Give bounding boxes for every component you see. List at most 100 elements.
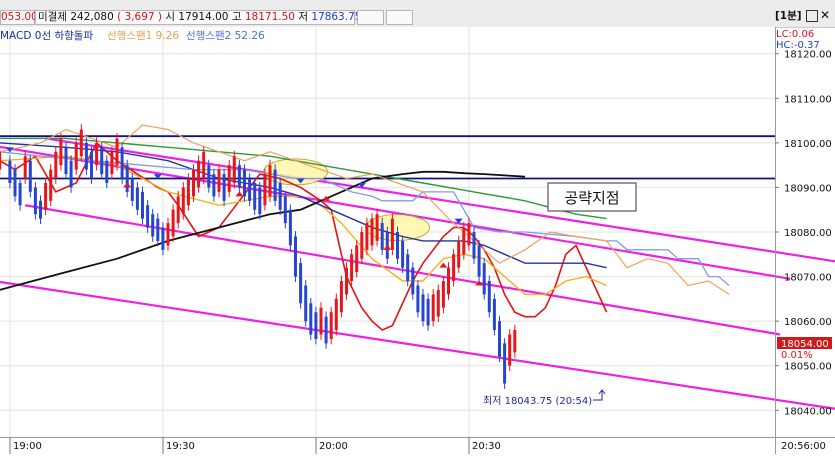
contract-label: 미결제 [38,11,67,23]
x-tick-label: 19:00 [13,441,42,452]
candle-body [294,236,297,277]
candle-body [416,285,420,313]
candle-body [324,316,328,344]
candle-body [146,205,150,228]
candle-body [227,165,231,192]
candle-body [380,223,384,250]
candle-body [441,281,445,308]
current-price-change: 0.01% [781,350,813,361]
candle-body [304,285,308,322]
candle-body [258,187,262,215]
info-toolbar: 053.00 미결제 242,080 ( 3,697 ) 시 17914.00 … [0,0,835,28]
candle-body [360,232,364,259]
candle-body [467,223,471,246]
candle-body [472,232,476,259]
candle-body [452,254,456,282]
candle-body [462,227,466,255]
candle-body [487,281,491,313]
candle-body [370,218,374,246]
candle-body [44,182,48,210]
time-axis-end-label: 20:56:00 [781,441,826,452]
price-chart[interactable]: 18120.00 18110.00 18100.00 18090.00 18080.00… [0,27,835,454]
hc-label: HC:-0.37 [776,40,820,51]
candle-body [421,294,425,322]
chart-area[interactable]: 18120.00 18110.00 18100.00 18090.00 18080.00… [0,27,835,454]
lowest-price-note: 최저 18043.75 (20:54) [483,395,592,407]
toolbar-empty-slot[interactable] [386,10,413,25]
y-tick-label: 18110.00 [784,94,832,105]
period-selector[interactable]: [1분] [775,10,802,23]
candle-body [105,160,109,183]
candle-body [288,209,292,246]
candle-body [100,147,104,175]
contract-change: ( 3,697 ) [117,11,163,23]
open-price-fragment: 053.00 [0,10,38,25]
candle-body [192,169,195,197]
candle-body [18,182,22,206]
attack-zone-highlight [263,158,328,186]
candle-body [151,214,155,237]
candle-body [477,245,481,277]
candle-body [406,254,410,282]
candle-body [0,151,2,170]
y-tick-label: 18090.00 [784,183,832,194]
candle-body [482,263,486,295]
candle-body [33,187,37,215]
candle-body [253,182,257,210]
low-label: 저 [298,11,308,23]
lc-label: LC:0.06 [776,29,814,40]
candle-body [309,303,313,335]
candle-body [110,151,114,175]
x-tick-label: 19:30 [166,441,195,452]
candle-body [130,178,134,201]
candle-body [365,223,369,250]
candle-body [135,187,139,210]
candle-body [426,298,430,326]
candle-body [390,218,394,250]
candle-body [508,334,512,366]
candle-body [13,169,17,197]
candle-body [217,169,221,192]
candle-body [59,138,63,166]
candle-body [411,267,415,295]
span1-label: 선행스팬1 9.26 [107,30,179,42]
low-value: 17863.75 [311,11,362,23]
candle-body [375,214,379,241]
candle-body [156,218,160,241]
candle-body [181,187,185,215]
candle-body [23,156,27,179]
restore-window-icon[interactable] [806,10,818,22]
x-tick-label: 20:00 [319,441,348,452]
high-value: 18171.50 [244,11,295,23]
candle-body [90,151,93,179]
candle-body [334,298,338,331]
current-price-value: 18054.00 [781,339,829,350]
x-tick-label: 20:30 [472,441,501,452]
candle-body [232,156,236,183]
y-tick-label: 18060.00 [784,317,832,328]
candle-body [355,245,359,273]
candle-body [268,165,272,197]
candle-body [74,142,78,170]
candle-body [273,169,277,201]
y-tick-label: 18120.00 [784,50,832,61]
candle-body [207,165,211,188]
candle-body [222,174,226,201]
open-interest-box: 미결제 242,080 ( 3,697 ) 시 17914.00 고 18171… [35,10,361,25]
open-label: 시 [165,11,176,23]
candle-body [329,312,333,339]
candle-body [345,267,348,295]
candle-body [447,267,450,295]
candle-body [396,232,399,259]
candle-body [39,200,42,219]
toolbar-empty-slot[interactable] [357,10,384,25]
candle-body [69,160,73,188]
close-window-icon[interactable]: ✕ [820,9,830,22]
candle-body [64,147,68,175]
candle-body [513,330,517,353]
candle-body [401,240,405,268]
candle-body [125,165,129,192]
macd-cross-label: MACD 0선 하향돌파 [0,29,93,42]
candle-body [319,307,323,335]
contract-value: 242,080 [70,11,114,23]
